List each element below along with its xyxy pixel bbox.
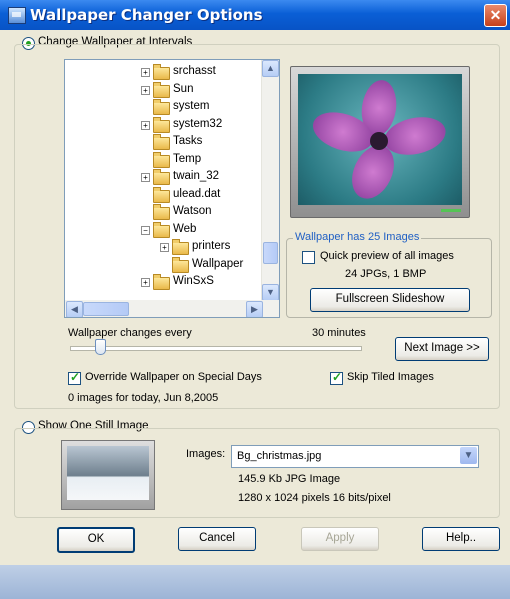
folder-icon <box>153 221 170 238</box>
wallpaper-preview-monitor <box>290 66 470 218</box>
scroll-left-icon[interactable]: ◀ <box>66 301 83 317</box>
override-special-days-label: Override Wallpaper on Special Days <box>85 371 262 383</box>
images-today-text: 0 images for today, Jun 8,2005 <box>68 392 219 404</box>
folder-icon <box>153 81 170 98</box>
images-select-value: Bg_christmas.jpg <box>237 450 322 462</box>
wallpaper-count-label: Wallpaper has 25 Images <box>293 231 422 243</box>
scroll-down-icon[interactable]: ▼ <box>262 284 279 301</box>
window-bottom-frame <box>0 565 510 599</box>
folder-icon <box>153 116 170 133</box>
scroll-thumb[interactable] <box>263 242 278 264</box>
folder-icon <box>172 256 189 273</box>
apply-button[interactable]: Apply <box>301 527 379 551</box>
folder-icon <box>153 134 170 150</box>
fullscreen-slideshow-button[interactable]: Fullscreen Slideshow <box>310 288 470 312</box>
folder-icon <box>153 169 170 185</box>
dialog-window: Wallpaper Changer Options ✕ Change Wallp… <box>0 0 510 599</box>
tree-expander-icon[interactable]: + <box>141 68 150 77</box>
close-button[interactable]: ✕ <box>484 4 507 27</box>
images-label: Images: <box>186 448 226 460</box>
folder-icon <box>172 239 189 255</box>
scroll-right-icon[interactable]: ▶ <box>246 301 263 317</box>
hscroll-thumb[interactable] <box>83 302 129 316</box>
interval-slider-track[interactable] <box>70 346 362 351</box>
tree-vertical-scrollbar[interactable]: ▲ ▼ <box>261 60 279 301</box>
folder-icon <box>153 204 170 220</box>
title-bar[interactable]: Wallpaper Changer Options ✕ <box>0 0 510 30</box>
tree-item-label: Temp <box>173 152 202 165</box>
skip-tiled-checkbox[interactable] <box>330 370 343 385</box>
quick-preview-label: Quick preview of all images <box>320 250 454 262</box>
wallpaper-preview-image <box>298 74 462 205</box>
tree-item-label: printers <box>192 240 231 252</box>
ok-button[interactable]: OK <box>57 527 135 553</box>
scroll-up-icon[interactable]: ▲ <box>262 60 279 77</box>
image-type-counts: 24 JPGs, 1 BMP <box>345 268 427 280</box>
folder-icon <box>153 186 170 203</box>
skip-tiled-label: Skip Tiled Images <box>347 371 434 383</box>
window-title: Wallpaper Changer Options <box>30 6 263 24</box>
override-special-days-checkbox[interactable] <box>68 370 81 385</box>
tree-item-label: twain_32 <box>173 170 220 182</box>
tree-expander-icon[interactable]: − <box>141 225 150 235</box>
tree-item-label: Tasks <box>173 135 203 147</box>
tree-item-label: WinSxS <box>173 275 214 287</box>
tree-expander-icon[interactable]: + <box>141 85 150 95</box>
tree-item-label: Web <box>173 222 197 235</box>
chevron-down-icon[interactable]: ▼ <box>460 447 477 464</box>
changes-every-label: Wallpaper changes every <box>68 327 192 339</box>
folder-tree[interactable]: + srchasst + Sun system + system32 Tasks Temp + tw… <box>64 59 280 318</box>
next-image-button[interactable]: Next Image >> <box>395 337 489 361</box>
tree-item-label: srchasst <box>173 65 216 77</box>
tree-item-label: Wallpaper <box>192 257 244 270</box>
folder-icon <box>153 274 170 290</box>
images-select[interactable]: Bg_christmas.jpg ▼ <box>231 445 479 468</box>
folder-icon <box>153 151 170 168</box>
cancel-button[interactable]: Cancel <box>178 527 256 551</box>
tree-item-label: system32 <box>173 117 223 130</box>
tree-item-label: ulead.dat <box>173 187 221 200</box>
tree-item-label: Sun <box>173 82 194 95</box>
tree-expander-icon[interactable]: + <box>160 243 169 252</box>
help-button[interactable]: Help.. <box>422 527 500 551</box>
tree-expander-icon[interactable]: + <box>141 278 150 287</box>
tree-item-label: Watson <box>173 205 212 217</box>
interval-value: 30 minutes <box>312 327 366 339</box>
folder-icon <box>153 64 170 80</box>
folder-icon <box>153 99 170 115</box>
image-dimension-info: 1280 x 1024 pixels 16 bits/pixel <box>238 492 391 504</box>
tree-horizontal-scrollbar[interactable]: ◀ ▶ <box>65 300 279 317</box>
still-image-preview <box>61 440 155 510</box>
quick-preview-checkbox[interactable] <box>302 251 315 264</box>
tree-expander-icon[interactable]: + <box>141 173 150 182</box>
tree-expander-icon[interactable]: + <box>141 120 150 130</box>
image-size-info: 145.9 Kb JPG Image <box>238 473 341 485</box>
monitor-power-led <box>441 209 461 212</box>
interval-slider-thumb[interactable] <box>95 339 106 355</box>
app-icon <box>8 7 26 24</box>
tree-item-label: system <box>173 100 210 112</box>
